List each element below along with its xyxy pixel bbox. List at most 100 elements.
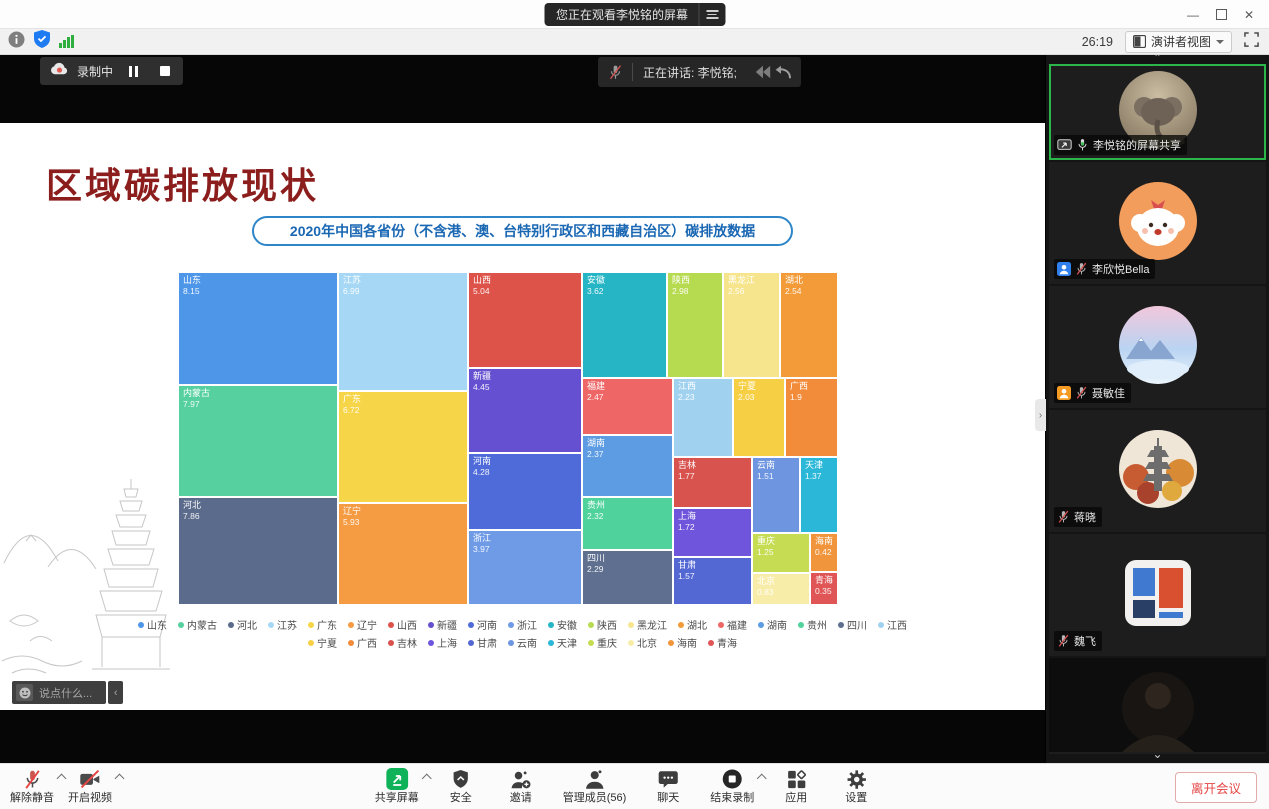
fullscreen-icon[interactable] (1244, 32, 1259, 52)
avatar (1049, 658, 1266, 754)
banner-menu-icon[interactable] (698, 3, 725, 26)
recording-indicator: 录制中 (40, 57, 183, 85)
treemap-cell-上海: 上海1.72 (673, 508, 752, 557)
participant-tile[interactable]: 聂敏佳 (1049, 286, 1266, 408)
sidebar-collapse-handle[interactable]: › (1035, 399, 1046, 431)
invite-button[interactable]: 邀请 (503, 767, 539, 805)
share-screen-icon (386, 767, 408, 791)
toolbar-button-label: 邀请 (510, 791, 532, 805)
meeting-toolbar-top: 26:19 演讲者视图 (0, 29, 1269, 55)
share-screen-button[interactable]: 共享屏幕 (375, 767, 419, 805)
scroll-down-icon[interactable]: ⌄ (1046, 749, 1269, 759)
presentation-slide: 区域碳排放现状 2020年中国各省份（不含港、澳、台特别行政区和西藏自治区）碳排… (0, 123, 1045, 710)
legend-item: 海南 (668, 635, 697, 650)
restore-icon (1216, 9, 1227, 20)
legend-item: 山东 (138, 617, 167, 632)
legend-item: 河北 (228, 617, 257, 632)
chat-button[interactable]: 聊天 (650, 767, 686, 805)
toolbar-center-group: 共享屏幕安全邀请 管理成员(56) 聊天结束录制应用 设置 (375, 767, 875, 805)
mic-off-icon (23, 767, 42, 791)
legend-item: 浙江 (508, 617, 537, 632)
treemap-cell-广西: 广西1.9 (785, 378, 838, 457)
participant-tile[interactable] (1049, 658, 1266, 754)
participant-nameplate: 蒋晓 (1054, 507, 1102, 527)
participant-tile[interactable]: 魏飞 (1049, 534, 1266, 656)
chevron-up-icon[interactable] (757, 774, 767, 784)
legend-item: 陕西 (588, 617, 617, 632)
chevron-up-icon[interactable] (421, 774, 431, 784)
mic-muted-icon (1075, 262, 1088, 276)
emoji-icon[interactable] (16, 684, 33, 701)
treemap-cell-辽宁: 辽宁5.93 (338, 503, 468, 605)
legend-item: 上海 (428, 635, 457, 650)
stop-recording-button[interactable] (153, 60, 177, 82)
scroll-up-icon[interactable]: ⌃ (1046, 55, 1269, 64)
legend-item: 云南 (508, 635, 537, 650)
treemap-cell-福建: 福建2.47 (582, 378, 673, 435)
treemap-cell-宁夏: 宁夏2.03 (733, 378, 785, 457)
legend-item: 天津 (548, 635, 577, 650)
info-icon[interactable] (8, 31, 25, 53)
treemap-cell-青海: 青海0.35 (810, 572, 838, 605)
muted-mic-icon (598, 63, 633, 81)
caret-down-icon (1216, 40, 1224, 44)
restore-button[interactable] (1207, 0, 1235, 29)
annotation-arrows-icon[interactable] (751, 63, 801, 81)
chevron-up-icon[interactable] (57, 774, 67, 784)
mic-off-button[interactable]: 解除静音 (10, 767, 54, 805)
chat-collapse-button[interactable]: ‹ (108, 681, 123, 704)
shield-button[interactable]: 安全 (443, 767, 479, 805)
legend-item: 江苏 (268, 617, 297, 632)
security-shield-icon[interactable] (34, 30, 50, 53)
legend-item: 江西 (878, 617, 907, 632)
legend-item: 宁夏 (308, 635, 337, 650)
camera-off-icon (79, 767, 101, 791)
chart-legend: 山东内蒙古河北江苏广东辽宁山西新疆河南浙江安徽陕西黑龙江湖北福建湖南贵州四川江西… (183, 617, 863, 650)
participant-nameplate: 聂敏佳 (1054, 383, 1131, 403)
treemap-cell-江西: 江西2.23 (673, 378, 733, 457)
treemap-cell-天津: 天津1.37 (800, 457, 838, 533)
watching-screen-label: 您正在观看李悦铭的屏幕 (544, 6, 698, 23)
avatar (1118, 305, 1198, 390)
chevron-up-icon[interactable] (115, 774, 125, 784)
apps-button[interactable]: 应用 (778, 767, 814, 805)
avatar (1118, 429, 1198, 514)
settings-button[interactable]: 设置 (838, 767, 874, 805)
legend-item: 广东 (308, 617, 337, 632)
participant-tile[interactable]: 李欣悦Bella (1049, 162, 1266, 284)
active-speaker-banner: 正在讲话: 李悦铭; (598, 57, 801, 87)
view-mode-label: 演讲者视图 (1151, 33, 1211, 50)
active-speaker-label: 正在讲话: 李悦铭; (633, 64, 751, 81)
close-button[interactable]: ✕ (1235, 0, 1263, 29)
shield-icon (451, 767, 470, 791)
treemap-cell-新疆: 新疆4.45 (468, 368, 582, 453)
toolbar-button-label: 设置 (845, 791, 867, 805)
treemap-cell-湖南: 湖南2.37 (582, 435, 673, 497)
members-button[interactable]: 管理成员(56) (563, 767, 627, 805)
minimize-button[interactable]: — (1179, 0, 1207, 29)
members-icon (583, 767, 606, 791)
chat-input[interactable]: 说点什么... (12, 681, 106, 704)
treemap-cell-四川: 四川2.29 (582, 550, 673, 605)
participant-name: 魏飞 (1074, 633, 1096, 649)
participant-tile[interactable]: 李悦铭的屏幕共享 (1049, 64, 1266, 160)
mic-muted-icon (1075, 386, 1088, 400)
stop-record-button[interactable]: 结束录制 (710, 767, 754, 805)
legend-item: 贵州 (798, 617, 827, 632)
pause-recording-button[interactable] (121, 60, 145, 82)
participant-tiles: 李悦铭的屏幕共享李欣悦Bella 聂敏佳蒋晓魏飞 (1046, 64, 1269, 754)
mic-muted-icon (1057, 510, 1070, 524)
view-mode-button[interactable]: 演讲者视图 (1125, 31, 1232, 53)
treemap-cell-山东: 山东8.15 (178, 272, 338, 385)
person-orange-icon (1057, 386, 1071, 400)
network-signal-icon[interactable] (59, 35, 74, 48)
meeting-toolbar-bottom: 解除静音开启视频 共享屏幕安全邀请 管理成员(56) 聊天结束录制应用 设置 离开会议 (0, 763, 1269, 809)
camera-off-button[interactable]: 开启视频 (68, 767, 112, 805)
legend-item: 湖北 (678, 617, 707, 632)
slide-subtitle: 2020年中国各省份（不含港、澳、台特别行政区和西藏自治区）碳排放数据 (252, 216, 793, 246)
leave-meeting-button[interactable]: 离开会议 (1175, 772, 1257, 803)
toolbar-button-label: 应用 (785, 791, 807, 805)
legend-item: 四川 (838, 617, 867, 632)
participant-tile[interactable]: 蒋晓 (1049, 410, 1266, 532)
toolbar-button-label: 开启视频 (68, 791, 112, 805)
